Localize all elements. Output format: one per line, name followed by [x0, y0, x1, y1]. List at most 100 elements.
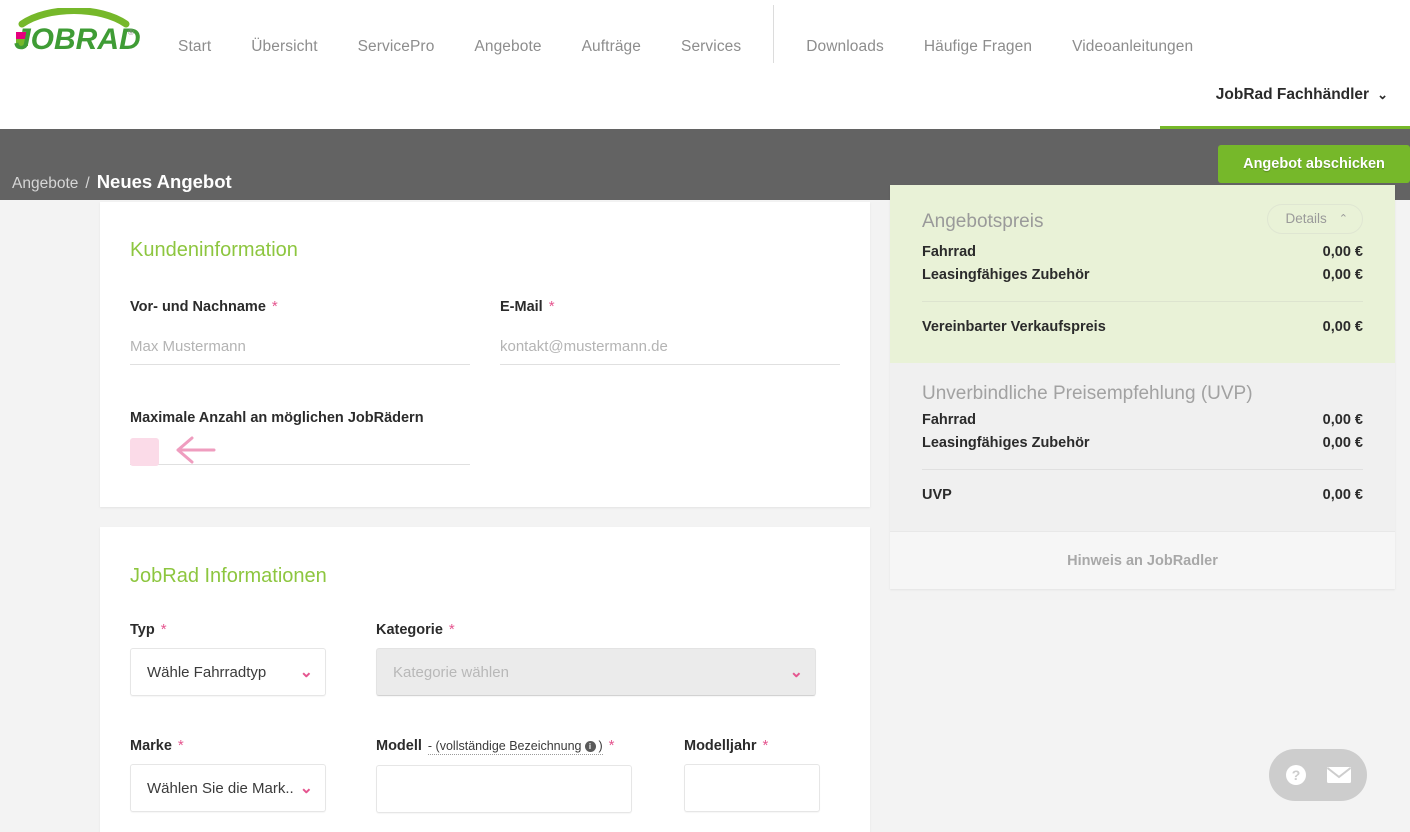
nav-divider: [773, 5, 775, 63]
required-marker: *: [177, 737, 184, 754]
max-bikes-input[interactable]: [130, 436, 470, 465]
kategorie-select-placeholder: Kategorie wählen: [393, 663, 509, 681]
account-label: JobRad Fachhändler: [1215, 86, 1370, 103]
uvp-total-row: UVP 0,00 €: [922, 470, 1363, 531]
offer-price-section: Angebotspreis Details ⌃ Fahrrad 0,00 € L…: [890, 185, 1395, 363]
page-title: Neues Angebot: [96, 171, 232, 192]
label-marke: Marke *: [130, 737, 184, 754]
chevron-up-icon: ⌃: [1338, 213, 1348, 225]
nav-item-auftraege[interactable]: Aufträge: [562, 33, 661, 61]
row-amount: 0,00 €: [1322, 412, 1363, 428]
customer-row-name-email: Vor- und Nachname * E-Mail *: [130, 298, 840, 365]
question-circle-icon[interactable]: ?: [1285, 764, 1307, 786]
page-root: JOBRAD ® Start Übersicht ServicePro Ange…: [0, 0, 1410, 832]
price-summary-panel: Angebotspreis Details ⌃ Fahrrad 0,00 € L…: [890, 185, 1395, 589]
required-marker: *: [608, 737, 615, 754]
total-amount: 0,00 €: [1322, 319, 1363, 335]
uvp-section: Unverbindliche Preisempfehlung (UVP) Fah…: [890, 363, 1395, 531]
name-input[interactable]: [130, 332, 470, 365]
breadcrumb: Angebote / Neues Angebot: [12, 171, 232, 193]
svg-text:®: ®: [128, 28, 134, 37]
note-to-jobradler-button[interactable]: Hinweis an JobRadler: [890, 531, 1395, 589]
uvp-row-fahrrad: Fahrrad 0,00 €: [922, 405, 1363, 428]
jobrad-card-title: JobRad Informationen: [130, 565, 327, 587]
nav-item-servicepro[interactable]: ServicePro: [338, 33, 455, 61]
field-marke: Marke * Wählen Sie die Mark... ⌄: [130, 737, 326, 813]
field-kategorie: Kategorie * Kategorie wählen ⌄: [376, 621, 816, 696]
total-amount: 0,00 €: [1322, 487, 1363, 503]
offer-row-fahrrad: Fahrrad 0,00 €: [922, 237, 1363, 260]
row-label: Fahrrad: [922, 244, 976, 260]
row-label: Leasingfähiges Zubehör: [922, 435, 1090, 451]
kategorie-select[interactable]: Kategorie wählen ⌄: [376, 648, 816, 696]
field-typ: Typ * Wähle Fahrradtyp ⌄: [130, 621, 326, 696]
field-vorname-nachname: Vor- und Nachname *: [130, 298, 470, 365]
chevron-down-icon: ⌄: [1377, 87, 1388, 102]
marke-select[interactable]: Wählen Sie die Mark... ⌄: [130, 764, 326, 812]
offer-price-title: Angebotspreis: [922, 211, 1044, 232]
nav-item-uebersicht[interactable]: Übersicht: [231, 33, 337, 61]
svg-text:JOBRAD: JOBRAD: [14, 23, 140, 52]
nav-item-services[interactable]: Services: [661, 33, 761, 61]
uvp-row-zubehoer: Leasingfähiges Zubehör 0,00 €: [922, 428, 1363, 451]
modell-hint[interactable]: - (vollständige Bezeichnung i ): [427, 739, 603, 755]
details-toggle-button[interactable]: Details ⌃: [1266, 204, 1363, 234]
row-label: Fahrrad: [922, 412, 976, 428]
offer-row-zubehoer: Leasingfähiges Zubehör 0,00 €: [922, 260, 1363, 283]
uvp-title: Unverbindliche Preisempfehlung (UVP): [922, 383, 1253, 404]
breadcrumb-separator: /: [85, 175, 90, 192]
required-marker: *: [762, 737, 769, 754]
svg-text:?: ?: [1291, 767, 1300, 783]
max-bikes-field-wrap: [130, 436, 470, 466]
field-modelljahr: Modelljahr *: [684, 737, 820, 813]
help-widget: ?: [1269, 749, 1367, 801]
field-email: E-Mail *: [500, 298, 840, 365]
total-label: UVP: [922, 487, 952, 503]
total-label: Vereinbarter Verkaufspreis: [922, 319, 1106, 335]
marke-select-value: Wählen Sie die Mark...: [147, 779, 294, 797]
account-menu[interactable]: JobRad Fachhändler ⌄: [1216, 86, 1388, 104]
field-modell: Modell - (vollständige Bezeichnung i ) *: [376, 737, 632, 813]
typ-select-value: Wähle Fahrradtyp: [147, 663, 267, 681]
customer-card-title: Kundeninformation: [130, 239, 298, 261]
offer-price-header: Angebotspreis Details ⌃: [922, 185, 1363, 237]
site-header: JOBRAD ® Start Übersicht ServicePro Ange…: [0, 0, 1410, 129]
main-navigation: Start Übersicht ServicePro Angebote Auft…: [158, 5, 1213, 76]
nav-item-videoanleitungen[interactable]: Videoanleitungen: [1052, 33, 1213, 61]
nav-item-downloads[interactable]: Downloads: [786, 33, 904, 61]
jobrad-logo[interactable]: JOBRAD ®: [8, 8, 140, 52]
required-marker: *: [448, 621, 455, 638]
label-typ: Typ *: [130, 621, 167, 638]
modelljahr-input[interactable]: [684, 764, 820, 812]
offer-total-row: Vereinbarter Verkaufspreis 0,00 €: [922, 302, 1363, 363]
row-label: Leasingfähiges Zubehör: [922, 267, 1090, 283]
submit-offer-button[interactable]: Angebot abschicken: [1218, 145, 1410, 183]
chevron-down-icon: ⌄: [299, 664, 313, 681]
required-marker: *: [548, 298, 555, 315]
label-email: E-Mail *: [500, 298, 555, 315]
row-amount: 0,00 €: [1322, 267, 1363, 283]
row-amount: 0,00 €: [1322, 435, 1363, 451]
nav-item-haeufige-fragen[interactable]: Häufige Fragen: [904, 33, 1052, 61]
typ-select[interactable]: Wähle Fahrradtyp ⌄: [130, 648, 326, 696]
required-marker: *: [271, 298, 278, 315]
label-modell: Modell - (vollständige Bezeichnung i ) *: [376, 737, 615, 755]
envelope-icon[interactable]: [1326, 765, 1352, 785]
required-marker: *: [160, 621, 167, 638]
label-maximale-anzahl: Maximale Anzahl an möglichen JobRädern: [130, 410, 424, 426]
nav-item-start[interactable]: Start: [158, 33, 231, 61]
modell-input[interactable]: [376, 765, 632, 813]
nav-item-angebote[interactable]: Angebote: [454, 33, 561, 61]
chevron-down-icon: ⌄: [789, 664, 803, 681]
customer-row-max-bikes: Maximale Anzahl an möglichen JobRädern: [130, 410, 470, 466]
chevron-down-icon: ⌄: [299, 780, 313, 797]
uvp-header: Unverbindliche Preisempfehlung (UVP): [922, 363, 1363, 405]
details-label: Details: [1285, 211, 1327, 226]
modelljahr-input-wrap: [684, 764, 820, 812]
email-input[interactable]: [500, 332, 840, 365]
breadcrumb-parent[interactable]: Angebote: [12, 175, 78, 193]
info-icon[interactable]: i: [584, 740, 596, 752]
